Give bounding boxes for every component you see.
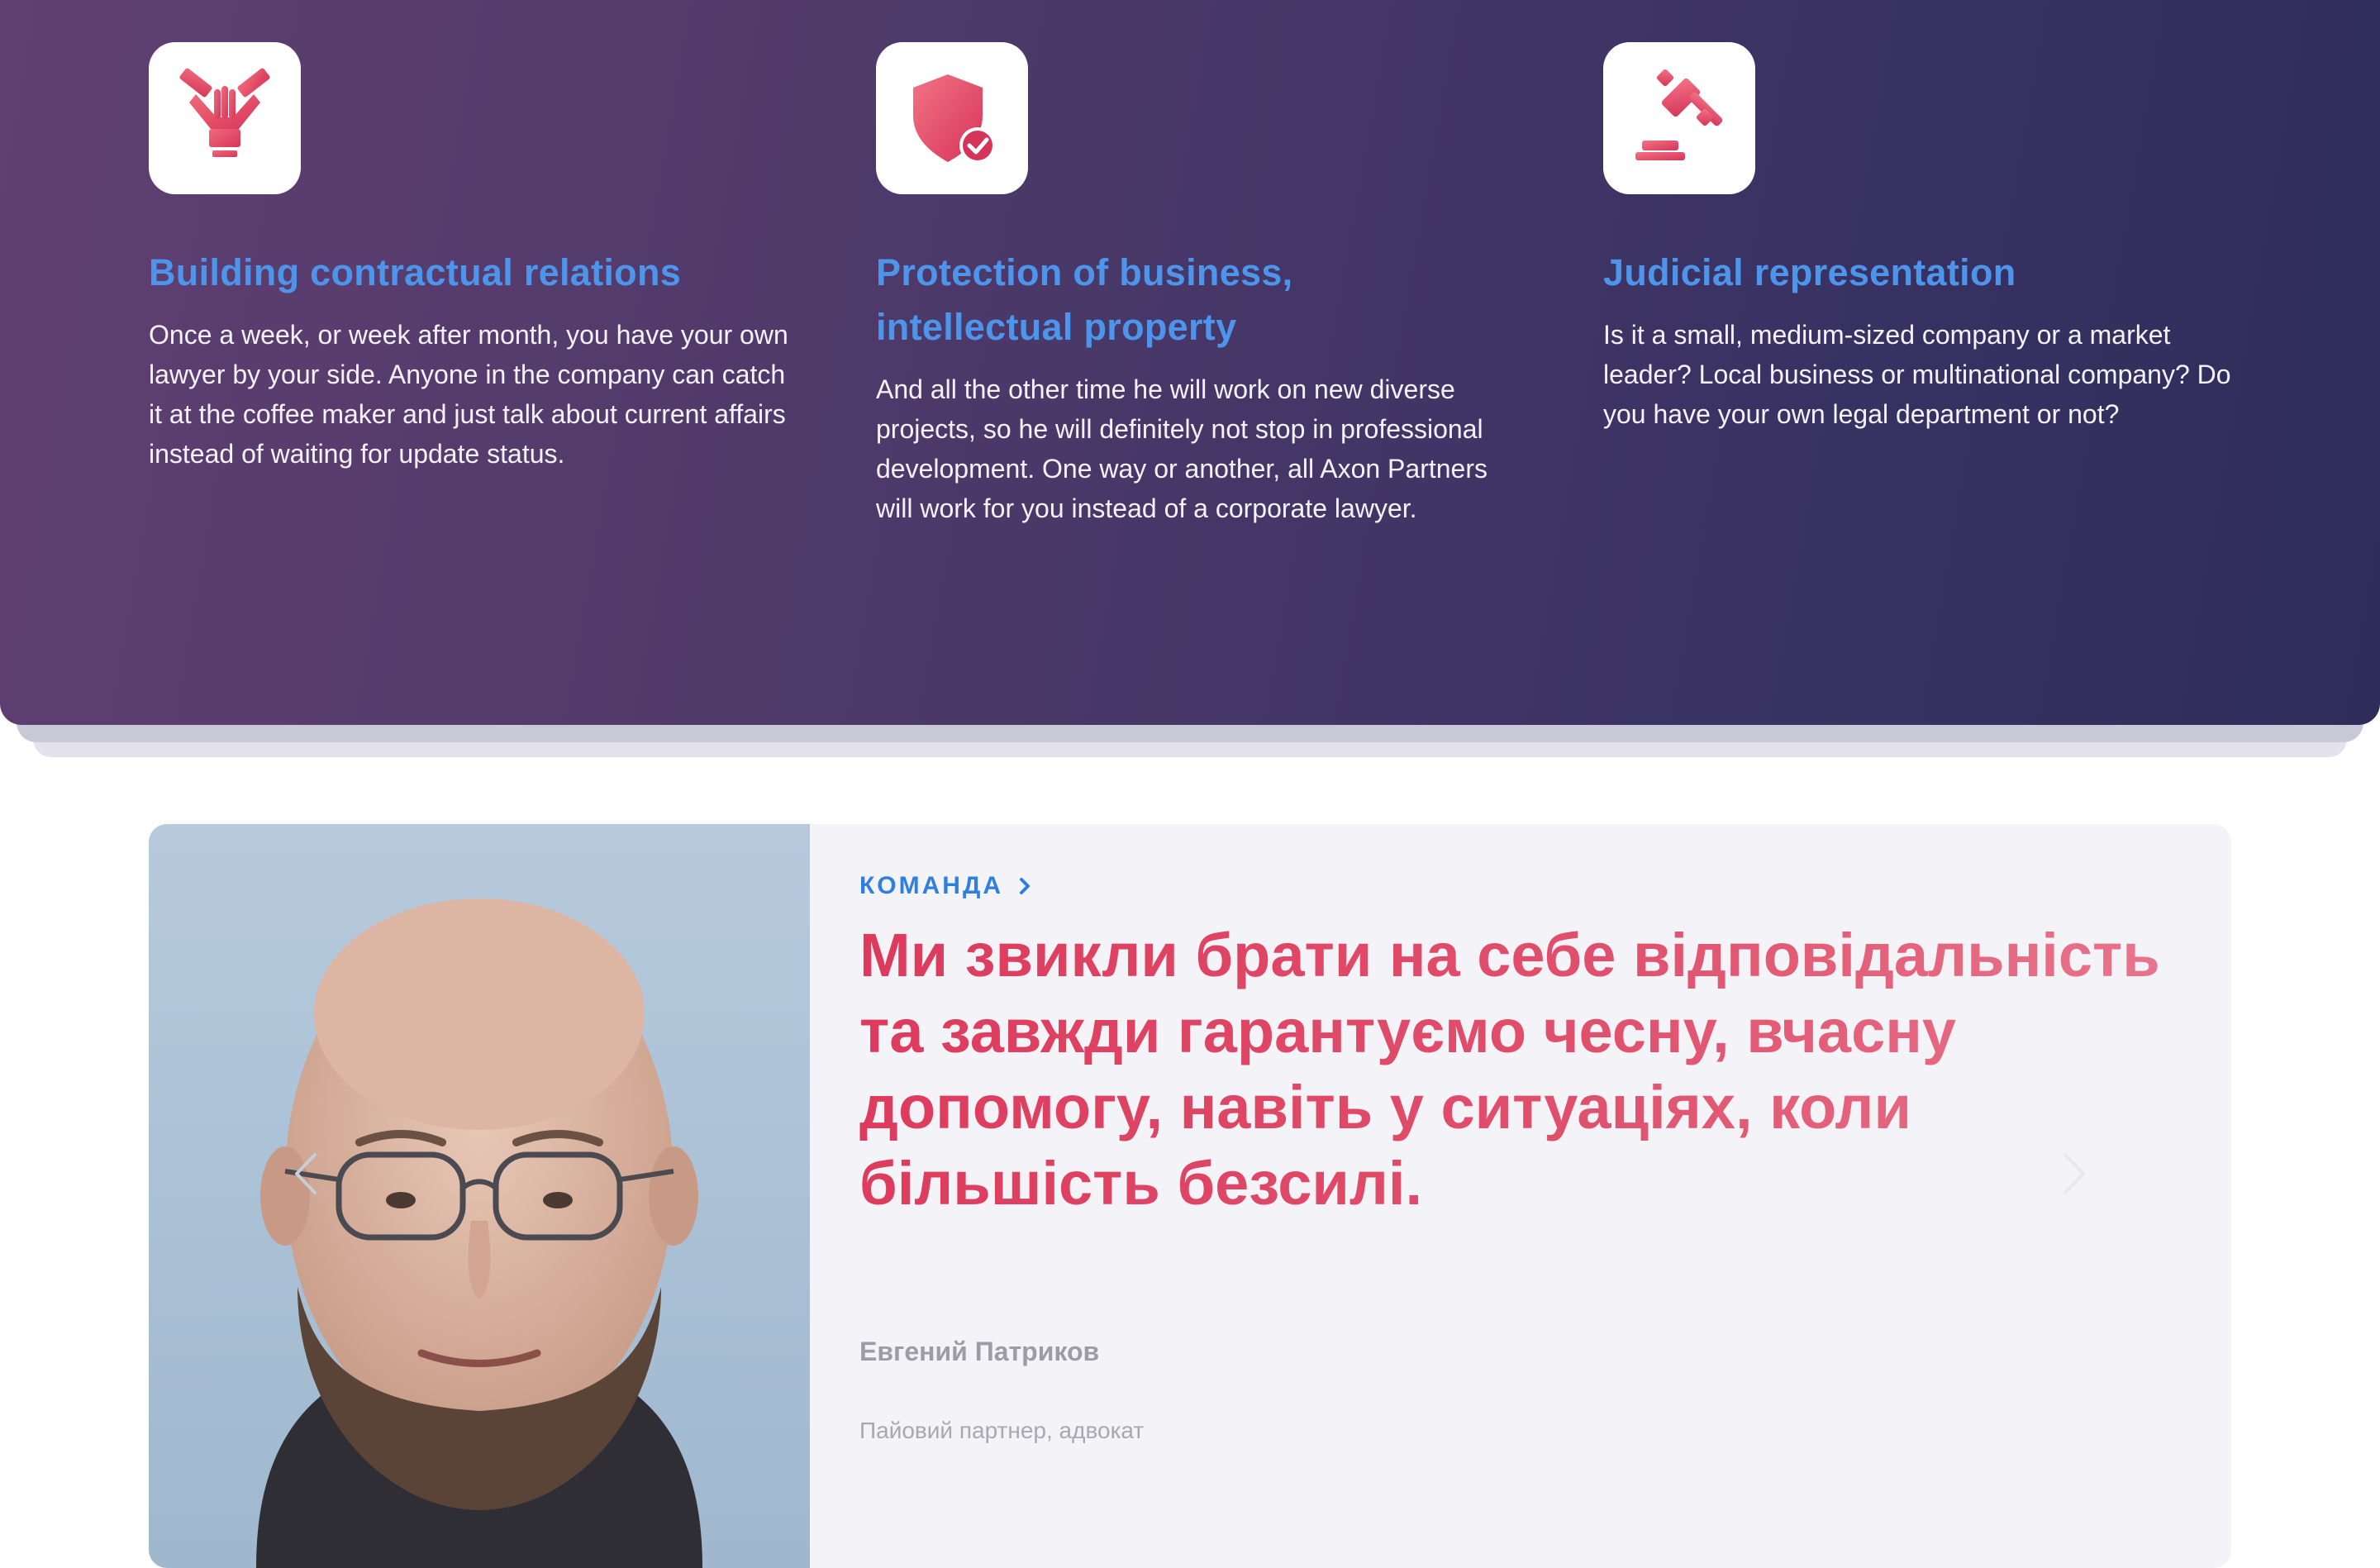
service-title: Protection of business, intellectual pro… xyxy=(876,251,1293,348)
author-role: Пайовий партнер, адвокат xyxy=(859,1418,1145,1443)
service-description: Is it a small, medium-sized company or a… xyxy=(1603,320,2231,429)
team-member-photo xyxy=(149,824,810,1568)
slider-prev-button[interactable] xyxy=(281,1149,331,1199)
gavel-icon xyxy=(1603,42,1755,194)
shield-check-icon xyxy=(876,42,1028,194)
author-name: Евгений Патриков xyxy=(859,1337,1100,1366)
service-card-judicial: Judicial representation Is it a small, m… xyxy=(1603,42,2248,434)
service-description: Once a week, or week after month, you ha… xyxy=(149,320,788,469)
chevron-left-icon xyxy=(295,1153,317,1194)
chevron-right-icon xyxy=(2063,1153,2085,1194)
team-link-label: КОМАНДА xyxy=(859,872,1004,899)
team-quote-card: КОМАНДА Ми звикли брати на себе відповід… xyxy=(149,824,2231,1568)
service-card-contractual: Building contractual relations Once a we… xyxy=(149,42,793,474)
service-card-protection: Protection of business, intellectual pro… xyxy=(876,42,1521,528)
services-banner: Building contractual relations Once a we… xyxy=(0,0,2380,725)
service-title: Judicial representation xyxy=(1603,251,2016,293)
team-quote: Ми звикли брати на себе відповідальність… xyxy=(859,917,2173,1222)
service-description: And all the other time he will work on n… xyxy=(876,374,1488,523)
service-title: Building contractual relations xyxy=(149,251,682,293)
handshake-hands-icon xyxy=(149,42,301,194)
slider-next-button[interactable] xyxy=(2049,1149,2099,1199)
chevron-right-icon xyxy=(1018,877,1031,895)
team-link[interactable]: КОМАНДА xyxy=(859,872,1031,900)
